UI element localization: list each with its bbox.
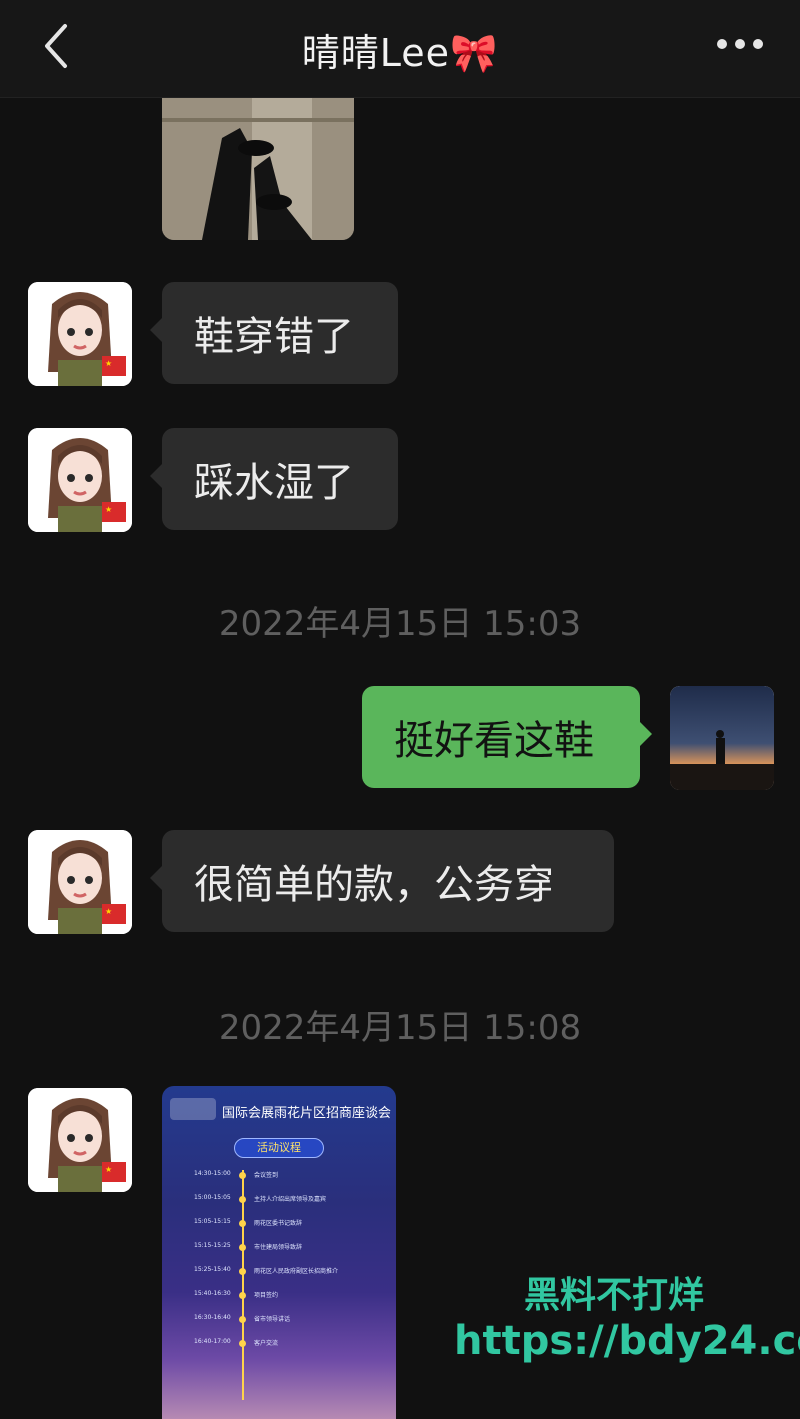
event-poster-image[interactable]: 国际会展雨花片区招商座谈会 活动议程 14:30-15:00 会议签到 15:0… [162,1086,396,1419]
shoes-photo[interactable] [162,98,354,240]
agenda-row: 15:15-15:25 市住建局领导致辞 [194,1242,303,1251]
svg-text:★: ★ [105,1165,112,1174]
chat-screen: 晴晴Lee🎀 ★ 鞋穿错了 ★ 踩水湿了 2022年4月15日 15:03 挺好… [0,0,800,1419]
message-bubble[interactable]: 鞋穿错了 [150,282,398,384]
agenda-row: 15:25-15:40 雨花区人民政府副区长招商推介 [194,1266,339,1275]
timestamp: 2022年4月15日 15:08 [218,1008,582,1048]
agenda-row: 15:00-15:05 主持人介绍出席领导及嘉宾 [194,1194,327,1203]
contact-avatar[interactable]: ★ [28,830,132,934]
agenda-row: 14:30-15:00 会议签到 [194,1170,279,1179]
message-text: 很简单的款，公务穿 [194,862,554,908]
agenda-row: 15:05-15:15 雨花区委书记致辞 [194,1218,303,1227]
contact-avatar[interactable]: ★ [28,282,132,386]
svg-text:★: ★ [105,505,112,514]
message-bubble[interactable]: 很简单的款，公务穿 [150,830,614,932]
message-text: 踩水湿了 [194,460,354,506]
contact-avatar[interactable]: ★ [28,428,132,532]
agenda-row: 15:40-16:30 项目签约 [194,1290,279,1299]
agenda-row: 16:30-16:40 省市领导讲话 [194,1314,291,1323]
watermark-url: https://bdy24.co [454,1318,800,1364]
watermark-text: 黑料不打烊 [524,1275,705,1316]
message-text: 鞋穿错了 [194,314,354,360]
contact-avatar[interactable]: ★ [28,1088,132,1192]
poster-title: 国际会展雨花片区招商座谈会 [222,1106,392,1121]
timestamp: 2022年4月15日 15:03 [218,604,582,644]
agenda-pill: 活动议程 [234,1138,324,1158]
poster-logo [170,1098,216,1120]
agenda-list: 14:30-15:00 会议签到 15:00-15:05 主持人介绍出席领导及嘉… [194,1170,384,1400]
message-bubble[interactable]: 踩水湿了 [150,428,398,530]
more-dots-icon [717,39,763,49]
more-button[interactable] [708,22,772,66]
agenda-row: 16:40-17:00 客户交流 [194,1338,279,1347]
my-message-bubble[interactable]: 挺好看这鞋 [362,686,652,788]
chat-title: 晴晴Lee🎀 [301,31,499,75]
svg-text:★: ★ [105,907,112,916]
my-avatar[interactable] [670,686,774,790]
chat-header: 晴晴Lee🎀 [0,0,800,98]
svg-text:★: ★ [105,359,112,368]
message-text: 挺好看这鞋 [394,718,594,764]
